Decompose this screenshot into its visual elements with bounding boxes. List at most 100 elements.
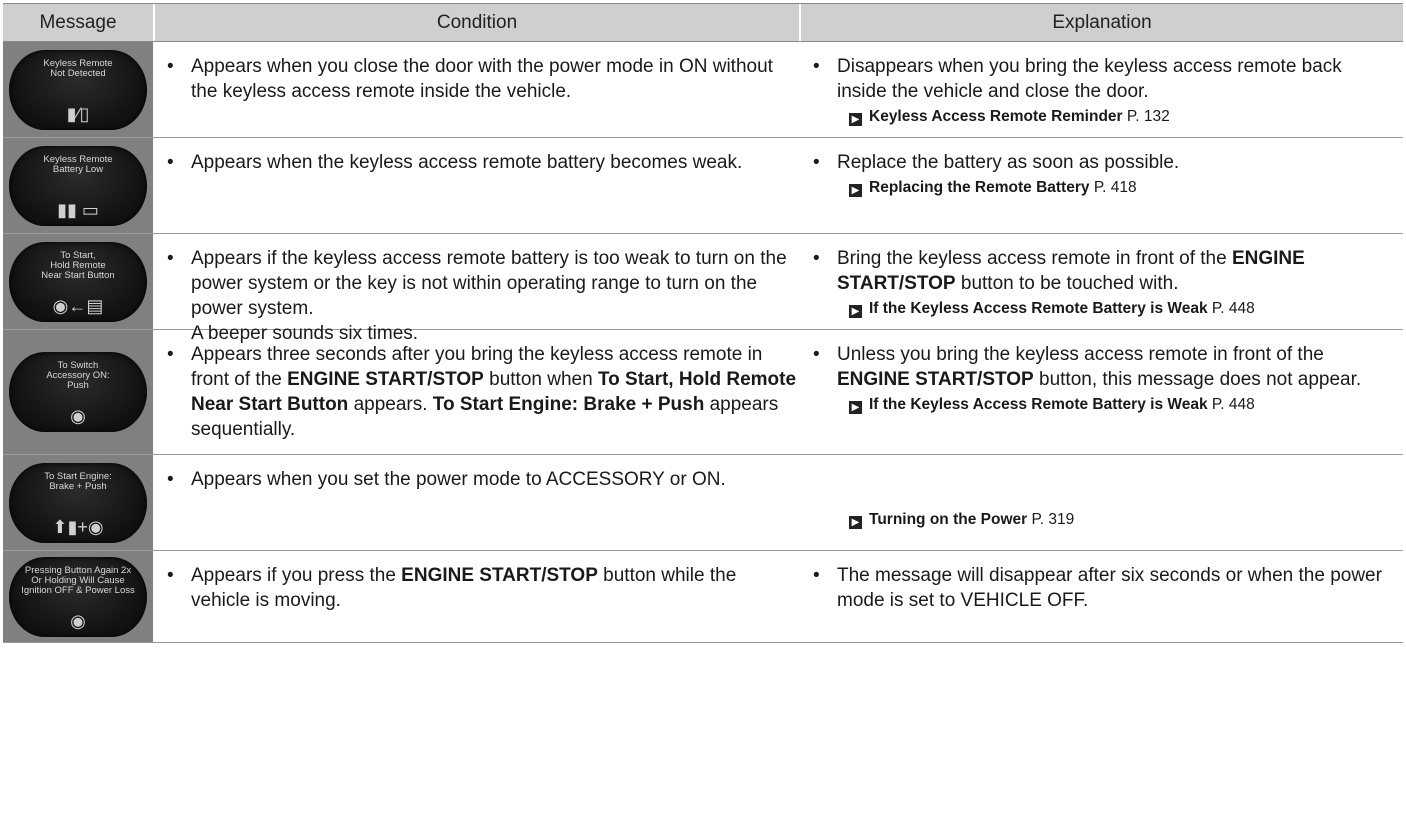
- arrow-right-icon: ▶: [849, 113, 862, 126]
- explanation-text: Unless you bring the keyless access remo…: [837, 342, 1393, 392]
- condition-bullet: • Appears when you set the power mode to …: [167, 467, 799, 492]
- reference-page: P. 319: [1031, 511, 1075, 528]
- header-explanation: Explanation: [1052, 11, 1152, 33]
- explanation-cell: • The message will disappear after six se…: [799, 551, 1403, 642]
- explanation-text: The message will disappear after six sec…: [837, 563, 1393, 613]
- condition-text: Appears three seconds after you bring th…: [191, 342, 799, 442]
- condition-bullet: • Appears when you close the door with th…: [167, 54, 799, 104]
- condition-cell: • Appears when you set the power mode to …: [155, 455, 799, 550]
- message-table: Message Condition Explanation Keyless Re…: [3, 3, 1403, 643]
- bullet-icon: •: [167, 344, 174, 365]
- push-button-icon: ◉: [70, 610, 86, 631]
- text-run: Appears when the keyless access remote b…: [191, 152, 743, 173]
- battery-low-icon: ▮▮ ▭: [57, 199, 99, 220]
- explanation-cell: • Disappears when you bring the keyless a…: [799, 42, 1403, 137]
- condition-text: Appears when the keyless access remote b…: [191, 150, 742, 175]
- brake-push-icon: ⬆▮+◉: [52, 516, 104, 537]
- condition-cell: • Appears if you press the ENGINE START/S…: [155, 551, 799, 642]
- arrow-right-icon: ▶: [849, 184, 862, 197]
- message-cell: To Switch Accessory ON: Push ◉: [3, 330, 155, 454]
- bullet-icon: •: [167, 469, 174, 490]
- condition-text: Appears when you close the door with the…: [191, 54, 799, 104]
- dash-message-text: To Start Engine: Brake + Push: [44, 470, 112, 492]
- message-cell: Pressing Button Again 2x Or Holding Will…: [3, 551, 155, 642]
- text-run: Bring the keyless access remote in front…: [837, 248, 1232, 269]
- cross-reference-link[interactable]: ▶ If the Keyless Access Remote Battery is…: [813, 296, 1393, 322]
- text-run: The message will disappear after six sec…: [837, 565, 1382, 611]
- explanation-bullet: • Bring the keyless access remote in fron…: [813, 246, 1393, 296]
- text-run: Appears when you close the door with the…: [191, 56, 773, 102]
- explanation-bullet: • The message will disappear after six se…: [813, 563, 1393, 613]
- table-row: Keyless Remote Not Detected ▮∕▯ • Appears w…: [3, 42, 1403, 138]
- text-run: Replace the battery as soon as possible.: [837, 152, 1180, 173]
- condition-bullet: • Appears three seconds after you bring t…: [167, 342, 799, 442]
- table-header: Message Condition Explanation: [3, 3, 1403, 42]
- dash-message-screen: Pressing Button Again 2x Or Holding Will…: [9, 556, 147, 637]
- bullet-icon: •: [167, 56, 174, 77]
- text-run: button, this message does not appear.: [1033, 369, 1362, 390]
- arrow-right-icon: ▶: [849, 516, 862, 529]
- header-condition: Condition: [155, 4, 801, 41]
- remote-missing-icon: ▮∕▯: [66, 103, 90, 124]
- text-run: Disappears when you bring the keyless ac…: [837, 56, 1342, 102]
- text-run: Unless you bring the keyless access remo…: [837, 344, 1324, 365]
- bullet-icon: •: [167, 152, 174, 173]
- cross-reference-link[interactable]: ▶ Keyless Access Remote Reminder P. 132: [813, 104, 1393, 130]
- dash-message-text: To Switch Accessory ON: Push: [46, 360, 110, 391]
- condition-cell: • Appears if the keyless access remote ba…: [155, 234, 799, 344]
- condition-cell: • Appears three seconds after you bring t…: [155, 330, 799, 454]
- text-run: Appears if the keyless access remote bat…: [191, 248, 787, 319]
- reference-page: P. 418: [1093, 179, 1137, 196]
- text-run: button to be touched with.: [955, 273, 1179, 294]
- dash-message-screen: Keyless Remote Battery Low ▮▮ ▭: [9, 145, 147, 226]
- bullet-icon: •: [813, 152, 820, 173]
- table-row: Keyless Remote Battery Low ▮▮ ▭ • Appears w…: [3, 138, 1403, 234]
- reference-page: P. 448: [1211, 396, 1255, 413]
- bold-term: ENGINE START/STOP: [837, 369, 1034, 390]
- reference-title: Replacing the Remote Battery: [869, 179, 1090, 196]
- arrow-right-icon: ▶: [849, 401, 862, 414]
- explanation-bullet: • Unless you bring the keyless access rem…: [813, 342, 1393, 392]
- explanation-cell: • Replace the battery as soon as possible…: [799, 138, 1403, 233]
- reference-page: P. 448: [1211, 300, 1255, 317]
- cross-reference-link[interactable]: ▶ Turning on the Power P. 319: [813, 507, 1393, 533]
- bullet-icon: •: [813, 248, 820, 269]
- message-cell: Keyless Remote Battery Low ▮▮ ▭: [3, 138, 155, 233]
- reference-title: If the Keyless Access Remote Battery is …: [869, 300, 1208, 317]
- explanation-text: Disappears when you bring the keyless ac…: [837, 54, 1393, 104]
- cross-reference-link[interactable]: ▶ If the Keyless Access Remote Battery is…: [813, 392, 1393, 418]
- table-row: Pressing Button Again 2x Or Holding Will…: [3, 551, 1403, 643]
- table-row: To Start, Hold Remote Near Start Button ◉…: [3, 234, 1403, 344]
- reference-title: If the Keyless Access Remote Battery is …: [869, 396, 1208, 413]
- message-cell: To Start Engine: Brake + Push ⬆▮+◉: [3, 455, 155, 550]
- bullet-icon: •: [813, 56, 820, 77]
- dash-message-screen: Keyless Remote Not Detected ▮∕▯: [9, 49, 147, 130]
- text-run: Appears when you set the power mode to A…: [191, 469, 726, 490]
- dash-message-screen: To Switch Accessory ON: Push ◉: [9, 352, 147, 432]
- explanation-cell: • Bring the keyless access remote in fron…: [799, 234, 1403, 329]
- explanation-cell: ▶ Turning on the Power P. 319: [799, 455, 1403, 550]
- table-row: To Switch Accessory ON: Push ◉ • Appears th…: [3, 330, 1403, 455]
- bullet-icon: •: [813, 565, 820, 586]
- bold-term: ENGINE START/STOP: [401, 565, 598, 586]
- condition-cell: • Appears when the keyless access remote …: [155, 138, 799, 233]
- condition-text: Appears if you press the ENGINE START/ST…: [191, 563, 799, 613]
- message-cell: Keyless Remote Not Detected ▮∕▯: [3, 42, 155, 137]
- cross-reference-link[interactable]: ▶ Replacing the Remote Battery P. 418: [813, 175, 1393, 201]
- explanation-text: Bring the keyless access remote in front…: [837, 246, 1393, 296]
- dash-message-text: Keyless Remote Battery Low: [43, 153, 113, 175]
- table-row: To Start Engine: Brake + Push ⬆▮+◉ • Appear…: [3, 455, 1403, 551]
- bold-term: To Start Engine: Brake + Push: [432, 394, 705, 415]
- dash-message-text: Pressing Button Again 2x Or Holding Will…: [21, 564, 135, 596]
- table-body: Keyless Remote Not Detected ▮∕▯ • Appears w…: [3, 42, 1403, 643]
- explanation-text: Replace the battery as soon as possible.: [837, 150, 1179, 175]
- bold-term: ENGINE START/STOP: [287, 369, 484, 390]
- bullet-icon: •: [813, 344, 820, 365]
- condition-bullet: • Appears when the keyless access remote …: [167, 150, 799, 175]
- reference-title: Keyless Access Remote Reminder: [869, 108, 1123, 125]
- condition-bullet: • Appears if you press the ENGINE START/S…: [167, 563, 799, 613]
- header-message: Message: [3, 4, 155, 41]
- arrow-right-icon: ▶: [849, 305, 862, 318]
- dash-message-screen: To Start Engine: Brake + Push ⬆▮+◉: [9, 462, 147, 543]
- push-button-icon: ◉: [70, 406, 86, 426]
